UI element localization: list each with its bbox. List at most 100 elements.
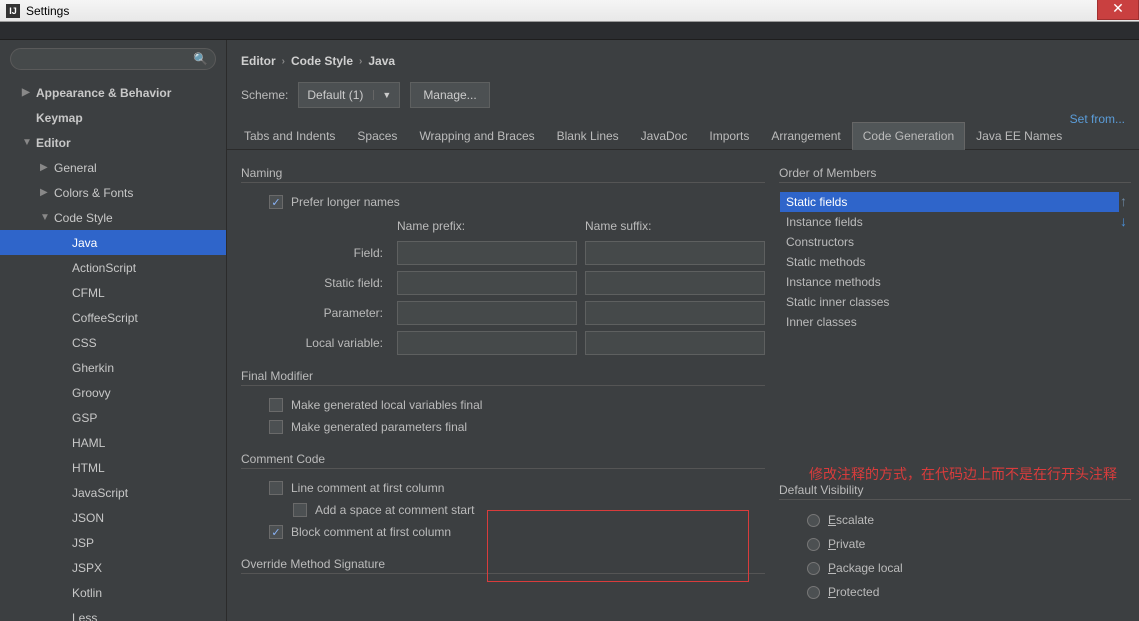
tab-javadoc[interactable]: JavaDoc — [630, 122, 699, 149]
tab-blank-lines[interactable]: Blank Lines — [546, 122, 630, 149]
sidebar-item-css[interactable]: CSS — [0, 330, 226, 355]
block-comment-first-col-checkbox[interactable] — [269, 525, 283, 539]
radio-icon — [807, 538, 820, 551]
sidebar-item-groovy[interactable]: Groovy — [0, 380, 226, 405]
local-variable-suffix-input[interactable] — [585, 331, 765, 355]
sidebar-item-label: HTML — [72, 461, 105, 475]
sidebar-item-label: JSON — [72, 511, 104, 525]
crumb-codestyle[interactable]: Code Style — [291, 54, 353, 68]
sidebar-item-less[interactable]: Less — [0, 605, 226, 621]
tab-code-generation[interactable]: Code Generation — [852, 122, 965, 150]
crumb-java: Java — [368, 54, 395, 68]
visibility-option[interactable]: Package local — [779, 556, 1131, 580]
visibility-label: Private — [828, 537, 865, 551]
local-variable-prefix-input[interactable] — [397, 331, 577, 355]
local-variable-label: Local variable: — [269, 336, 389, 350]
parameter-prefix-input[interactable] — [397, 301, 577, 325]
tab-wrapping-and-braces[interactable]: Wrapping and Braces — [408, 122, 545, 149]
tab-bar: Tabs and IndentsSpacesWrapping and Brace… — [227, 122, 1139, 150]
scheme-value: Default (1) — [307, 88, 363, 102]
field-prefix-input[interactable] — [397, 241, 577, 265]
order-item[interactable]: Static methods — [780, 252, 1119, 272]
content-panel: Editor › Code Style › Java Scheme: Defau… — [227, 40, 1139, 621]
static-field-suffix-input[interactable] — [585, 271, 765, 295]
local-vars-final-checkbox[interactable] — [269, 398, 283, 412]
prefer-longer-names-checkbox[interactable] — [269, 195, 283, 209]
sidebar-item-label: JSPX — [72, 561, 102, 575]
order-item[interactable]: Inner classes — [780, 312, 1119, 332]
scheme-select[interactable]: Default (1) ▼ — [298, 82, 400, 108]
prefer-longer-names-label: Prefer longer names — [291, 195, 400, 209]
sidebar-item-label: Keymap — [36, 111, 83, 125]
visibility-option[interactable]: Escalate — [779, 508, 1131, 532]
add-space-comment-checkbox[interactable] — [293, 503, 307, 517]
tab-java-ee-names[interactable]: Java EE Names — [965, 122, 1073, 149]
group-comment-code: Comment Code — [241, 452, 765, 469]
field-suffix-input[interactable] — [585, 241, 765, 265]
line-comment-first-col-checkbox[interactable] — [269, 481, 283, 495]
sidebar-item-actionscript[interactable]: ActionScript — [0, 255, 226, 280]
sidebar-item-haml[interactable]: HAML — [0, 430, 226, 455]
search-input[interactable] — [10, 48, 216, 70]
group-naming: Naming — [241, 166, 765, 183]
sidebar-item-jspx[interactable]: JSPX — [0, 555, 226, 580]
manage-button[interactable]: Manage... — [410, 82, 489, 108]
sidebar-item-keymap[interactable]: Keymap — [0, 105, 226, 130]
move-down-icon[interactable]: ↓ — [1120, 213, 1127, 229]
sidebar-item-label: CFML — [72, 286, 105, 300]
radio-icon — [807, 514, 820, 527]
sidebar-item-html[interactable]: HTML — [0, 455, 226, 480]
order-item[interactable]: Instance fields — [780, 212, 1119, 232]
sidebar-item-jsp[interactable]: JSP — [0, 530, 226, 555]
settings-sidebar: 🔍 ▶Appearance & BehaviorKeymap▼Editor▶Ge… — [0, 40, 227, 621]
sidebar-item-java[interactable]: Java — [0, 230, 226, 255]
chevron-down-icon: ▼ — [373, 90, 391, 100]
sidebar-item-general[interactable]: ▶General — [0, 155, 226, 180]
sidebar-item-cfml[interactable]: CFML — [0, 280, 226, 305]
sidebar-item-json[interactable]: JSON — [0, 505, 226, 530]
tab-spaces[interactable]: Spaces — [346, 122, 408, 149]
set-from-link[interactable]: Set from... — [1070, 112, 1125, 126]
params-final-label: Make generated parameters final — [291, 420, 467, 434]
sidebar-item-editor[interactable]: ▼Editor — [0, 130, 226, 155]
window-close-button[interactable] — [1097, 0, 1139, 20]
move-up-icon[interactable]: ↑ — [1120, 193, 1127, 209]
sidebar-item-coffeescript[interactable]: CoffeeScript — [0, 305, 226, 330]
params-final-checkbox[interactable] — [269, 420, 283, 434]
parameter-suffix-input[interactable] — [585, 301, 765, 325]
window-titlebar: IJ Settings — [0, 0, 1139, 22]
sidebar-item-code-style[interactable]: ▼Code Style — [0, 205, 226, 230]
chevron-right-icon: › — [359, 56, 362, 67]
order-item[interactable]: Instance methods — [780, 272, 1119, 292]
sidebar-item-appearance-behavior[interactable]: ▶Appearance & Behavior — [0, 80, 226, 105]
visibility-label: Protected — [828, 585, 879, 599]
app-icon: IJ — [6, 4, 20, 18]
breadcrumb: Editor › Code Style › Java — [227, 46, 1139, 76]
sidebar-item-kotlin[interactable]: Kotlin — [0, 580, 226, 605]
scheme-label: Scheme: — [241, 88, 288, 102]
tab-tabs-and-indents[interactable]: Tabs and Indents — [233, 122, 346, 149]
scheme-row: Scheme: Default (1) ▼ Manage... — [227, 76, 1139, 122]
group-final-modifier: Final Modifier — [241, 369, 765, 386]
tab-arrangement[interactable]: Arrangement — [760, 122, 851, 149]
tab-imports[interactable]: Imports — [698, 122, 760, 149]
visibility-option[interactable]: Private — [779, 532, 1131, 556]
sidebar-item-gherkin[interactable]: Gherkin — [0, 355, 226, 380]
visibility-option[interactable]: Protected — [779, 580, 1131, 604]
order-item[interactable]: Static inner classes — [780, 292, 1119, 312]
order-item[interactable]: Static fields — [780, 192, 1119, 212]
order-item[interactable]: Constructors — [780, 232, 1119, 252]
static-field-prefix-input[interactable] — [397, 271, 577, 295]
sidebar-item-label: HAML — [72, 436, 105, 450]
sidebar-item-label: Code Style — [54, 211, 113, 225]
order-members-list[interactable]: Static fieldsInstance fieldsConstructors… — [779, 191, 1120, 333]
sidebar-item-javascript[interactable]: JavaScript — [0, 480, 226, 505]
sidebar-item-label: CSS — [72, 336, 97, 350]
crumb-editor[interactable]: Editor — [241, 54, 276, 68]
sidebar-item-gsp[interactable]: GSP — [0, 405, 226, 430]
radio-icon — [807, 586, 820, 599]
group-order-members: Order of Members — [779, 166, 1131, 183]
sidebar-item-colors-fonts[interactable]: ▶Colors & Fonts — [0, 180, 226, 205]
settings-tree: ▶Appearance & Behavior Keymap ▼Editor▶Gene… — [0, 78, 226, 621]
group-default-visibility: Default Visibility — [779, 483, 1131, 500]
